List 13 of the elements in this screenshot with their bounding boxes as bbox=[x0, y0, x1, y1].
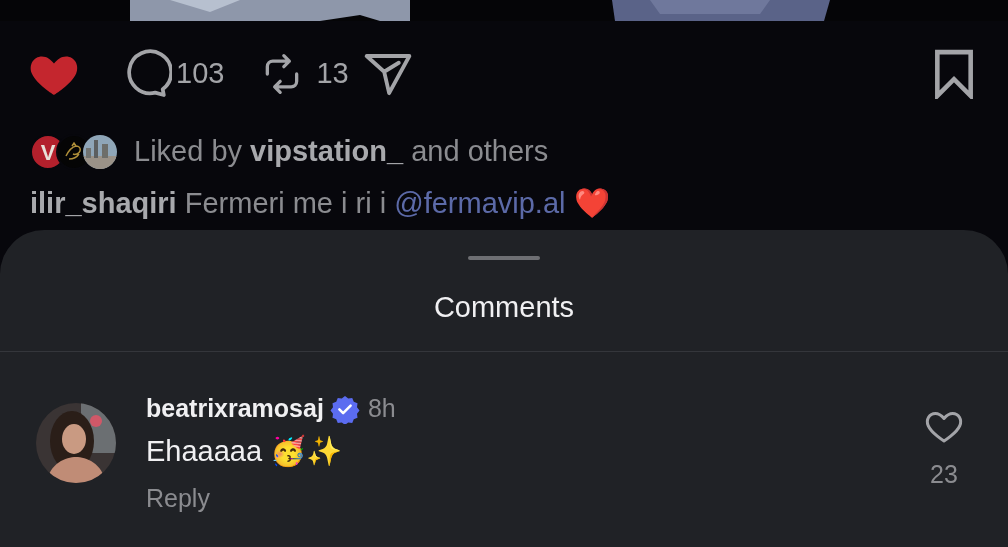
repost-count: 13 bbox=[316, 56, 349, 92]
comment-count: 103 bbox=[176, 56, 225, 92]
reply-button[interactable]: Reply bbox=[146, 479, 210, 517]
comment-time: 8h bbox=[367, 393, 396, 425]
sheet-title: Comments bbox=[433, 290, 575, 326]
comment-username[interactable]: beatrixramosaj bbox=[146, 390, 324, 428]
drag-handle[interactable] bbox=[468, 256, 540, 260]
bookmark-icon[interactable] bbox=[932, 49, 976, 99]
mention-link[interactable]: @fermavip.al bbox=[394, 187, 566, 219]
like-count: 23 bbox=[930, 459, 958, 490]
post-caption: ilir_shaqiri Fermeri me i ri i @fermavip.al ❤ bbox=[29, 186, 611, 221]
comment-text: Ehaaaaa 🥳✨ bbox=[146, 433, 344, 469]
liked-by-text: Liked by vipstation_ and others bbox=[134, 134, 549, 170]
